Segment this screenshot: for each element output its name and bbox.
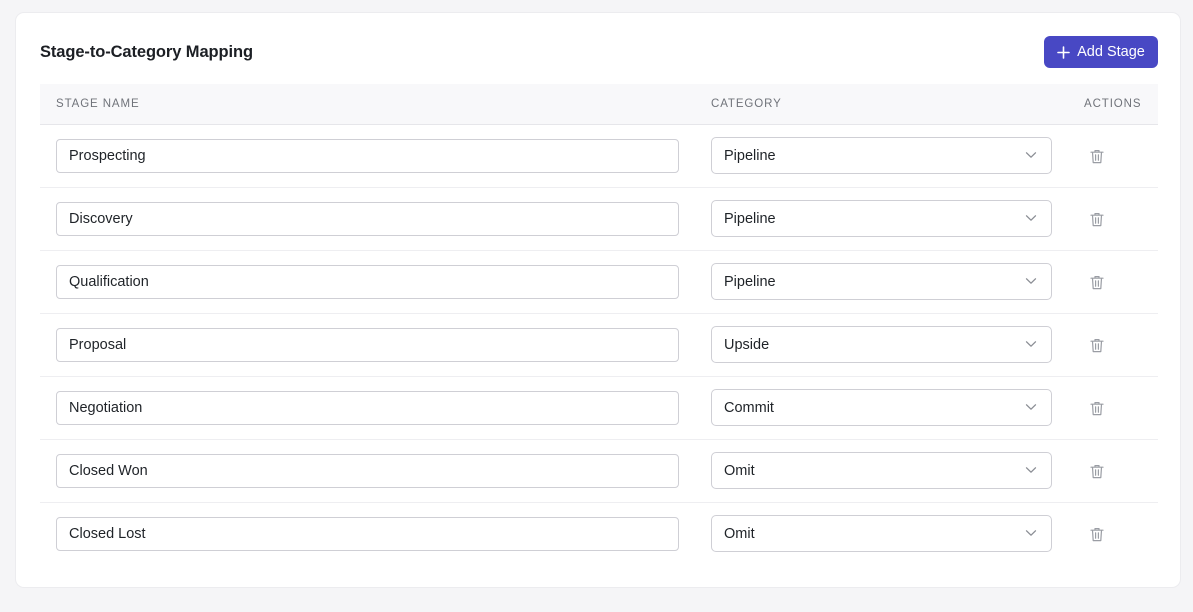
plus-icon [1057, 45, 1070, 59]
add-stage-label: Add Stage [1077, 44, 1145, 60]
chevron-down-icon [1025, 404, 1037, 410]
stage-name-input[interactable] [56, 265, 679, 299]
stage-name-input[interactable] [56, 391, 679, 425]
table-body: Pipeline Pipeline Pipeline [40, 125, 1158, 566]
delete-stage-button[interactable] [1089, 526, 1105, 543]
trash-icon [1090, 339, 1104, 353]
stage-mapping-card: Stage-to-Category Mapping Add Stage Stag… [15, 12, 1181, 588]
table-header: Stage Name Category Actions [40, 84, 1158, 125]
page-title: Stage-to-Category Mapping [40, 43, 253, 61]
chevron-down-icon [1025, 215, 1037, 221]
trash-icon [1090, 528, 1104, 542]
table-row: Upside [40, 314, 1158, 377]
table-row: Omit [40, 503, 1158, 566]
category-select[interactable]: Omit [711, 515, 1052, 552]
trash-icon [1090, 465, 1104, 479]
add-stage-button[interactable]: Add Stage [1044, 36, 1158, 68]
table-row: Pipeline [40, 188, 1158, 251]
column-header-category: Category [711, 98, 782, 110]
delete-stage-button[interactable] [1089, 400, 1105, 417]
delete-stage-button[interactable] [1089, 337, 1105, 354]
delete-stage-button[interactable] [1089, 148, 1105, 165]
stage-name-input[interactable] [56, 517, 679, 551]
trash-icon [1090, 213, 1104, 227]
trash-icon [1090, 402, 1104, 416]
chevron-down-icon [1025, 530, 1037, 536]
stage-name-input[interactable] [56, 139, 679, 173]
table-row: Commit [40, 377, 1158, 440]
stage-name-input[interactable] [56, 328, 679, 362]
table-row: Pipeline [40, 251, 1158, 314]
trash-icon [1090, 276, 1104, 290]
category-value: Upside [724, 336, 770, 353]
category-value: Omit [724, 462, 755, 479]
stage-name-input[interactable] [56, 202, 679, 236]
trash-icon [1090, 150, 1104, 164]
chevron-down-icon [1025, 278, 1037, 284]
category-select[interactable]: Pipeline [711, 200, 1052, 237]
stage-name-input[interactable] [56, 454, 679, 488]
category-value: Pipeline [724, 147, 776, 164]
column-header-actions: Actions [1084, 98, 1142, 110]
category-value: Pipeline [724, 210, 776, 227]
category-value: Omit [724, 525, 755, 542]
delete-stage-button[interactable] [1089, 211, 1105, 228]
column-header-stage-name: Stage Name [56, 98, 140, 110]
category-select[interactable]: Pipeline [711, 263, 1052, 300]
table-row: Pipeline [40, 125, 1158, 188]
category-select[interactable]: Omit [711, 452, 1052, 489]
chevron-down-icon [1025, 467, 1037, 473]
chevron-down-icon [1025, 341, 1037, 347]
table-row: Omit [40, 440, 1158, 503]
category-value: Pipeline [724, 273, 776, 290]
delete-stage-button[interactable] [1089, 274, 1105, 291]
delete-stage-button[interactable] [1089, 463, 1105, 480]
category-value: Commit [724, 399, 774, 416]
category-select[interactable]: Commit [711, 389, 1052, 426]
category-select[interactable]: Upside [711, 326, 1052, 363]
category-select[interactable]: Pipeline [711, 137, 1052, 174]
chevron-down-icon [1025, 152, 1037, 158]
